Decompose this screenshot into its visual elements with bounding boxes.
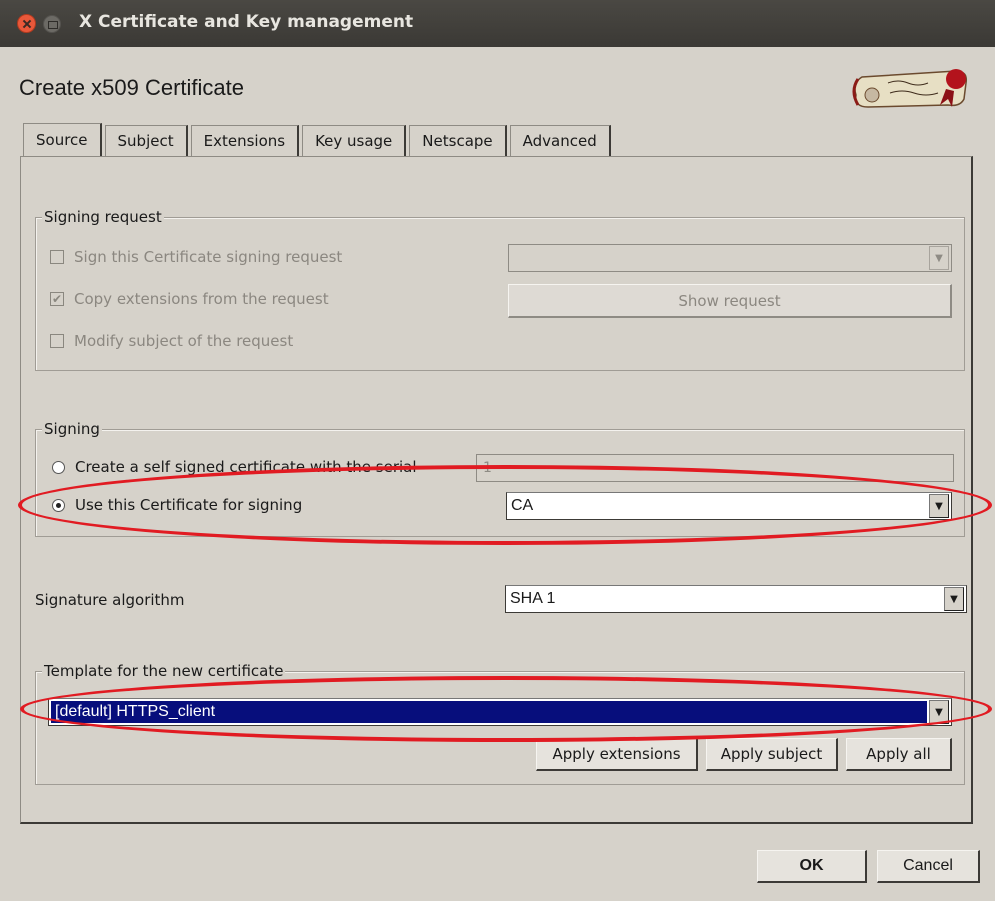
serial-input[interactable]: 1 [476, 454, 954, 482]
signing-group: Signing Create a self signed certificate… [35, 419, 965, 537]
tab-extensions[interactable]: Extensions [190, 125, 300, 156]
signing-request-title: Signing request [42, 207, 164, 227]
chevron-down-icon: ▼ [929, 700, 949, 724]
signature-algorithm-value: SHA 1 [510, 590, 556, 607]
scroll-logo-icon [852, 69, 968, 108]
apply-subject-button[interactable]: Apply subject [706, 738, 838, 771]
signing-title: Signing [42, 419, 102, 439]
signing-request-group: Signing request Sign this Certificate si… [35, 207, 965, 371]
template-title: Template for the new certificate [42, 661, 286, 681]
use-cert-radio[interactable]: Use this Certificate for signing [52, 496, 302, 514]
template-value: [default] HTTPS_client [51, 701, 927, 723]
template-group: Template for the new certificate [defaul… [35, 661, 965, 785]
modify-subject-checkbox[interactable]: Modify subject of the request [50, 332, 293, 350]
tab-subject[interactable]: Subject [104, 125, 188, 156]
self-signed-radio[interactable]: Create a self signed certificate with th… [52, 458, 417, 476]
minimize-icon[interactable] [43, 15, 61, 33]
radio-off-icon [52, 460, 65, 474]
dialog-title: Create x509 Certificate [19, 75, 244, 100]
signature-algorithm-select[interactable]: SHA 1 ▼ [505, 585, 967, 613]
template-select[interactable]: [default] HTTPS_client ▼ [48, 698, 952, 726]
copy-extensions-label: Copy extensions from the request [74, 290, 329, 308]
window-titlebar: X Certificate and Key management [0, 0, 995, 47]
copy-extensions-checkbox[interactable]: ✔ Copy extensions from the request [50, 290, 329, 308]
csr-select[interactable]: ▼ [508, 244, 952, 272]
ok-button[interactable]: OK [757, 850, 867, 883]
cancel-button[interactable]: Cancel [877, 850, 980, 883]
window-title: X Certificate and Key management [79, 12, 414, 32]
tab-key-usage[interactable]: Key usage [302, 125, 407, 156]
apply-extensions-button[interactable]: Apply extensions [536, 738, 698, 771]
signing-ca-value: CA [511, 497, 534, 514]
signature-algorithm-label: Signature algorithm [35, 591, 185, 609]
checkbox-icon [50, 250, 64, 264]
sign-csr-checkbox[interactable]: Sign this Certificate signing request [50, 248, 342, 266]
use-cert-label: Use this Certificate for signing [75, 496, 303, 514]
radio-on-icon [52, 498, 65, 512]
signing-ca-select[interactable]: CA ▼ [506, 492, 952, 520]
chevron-down-icon: ▼ [929, 246, 949, 270]
sign-csr-label: Sign this Certificate signing request [74, 248, 343, 266]
checkbox-icon [50, 334, 64, 348]
close-icon[interactable] [17, 14, 36, 33]
checkmark-icon: ✔ [50, 292, 64, 306]
apply-all-button[interactable]: Apply all [846, 738, 952, 771]
tab-advanced[interactable]: Advanced [509, 125, 611, 156]
tab-bar: Source Subject Extensions Key usage Nets… [23, 123, 614, 158]
chevron-down-icon: ▼ [929, 494, 949, 518]
tab-netscape[interactable]: Netscape [409, 125, 507, 156]
source-tab-panel: Signing request Sign this Certificate si… [20, 156, 973, 824]
tab-source[interactable]: Source [23, 123, 102, 156]
modify-subject-label: Modify subject of the request [74, 332, 294, 350]
chevron-down-icon: ▼ [944, 587, 964, 611]
show-request-button[interactable]: Show request [508, 284, 952, 318]
self-signed-label: Create a self signed certificate with th… [75, 458, 417, 476]
